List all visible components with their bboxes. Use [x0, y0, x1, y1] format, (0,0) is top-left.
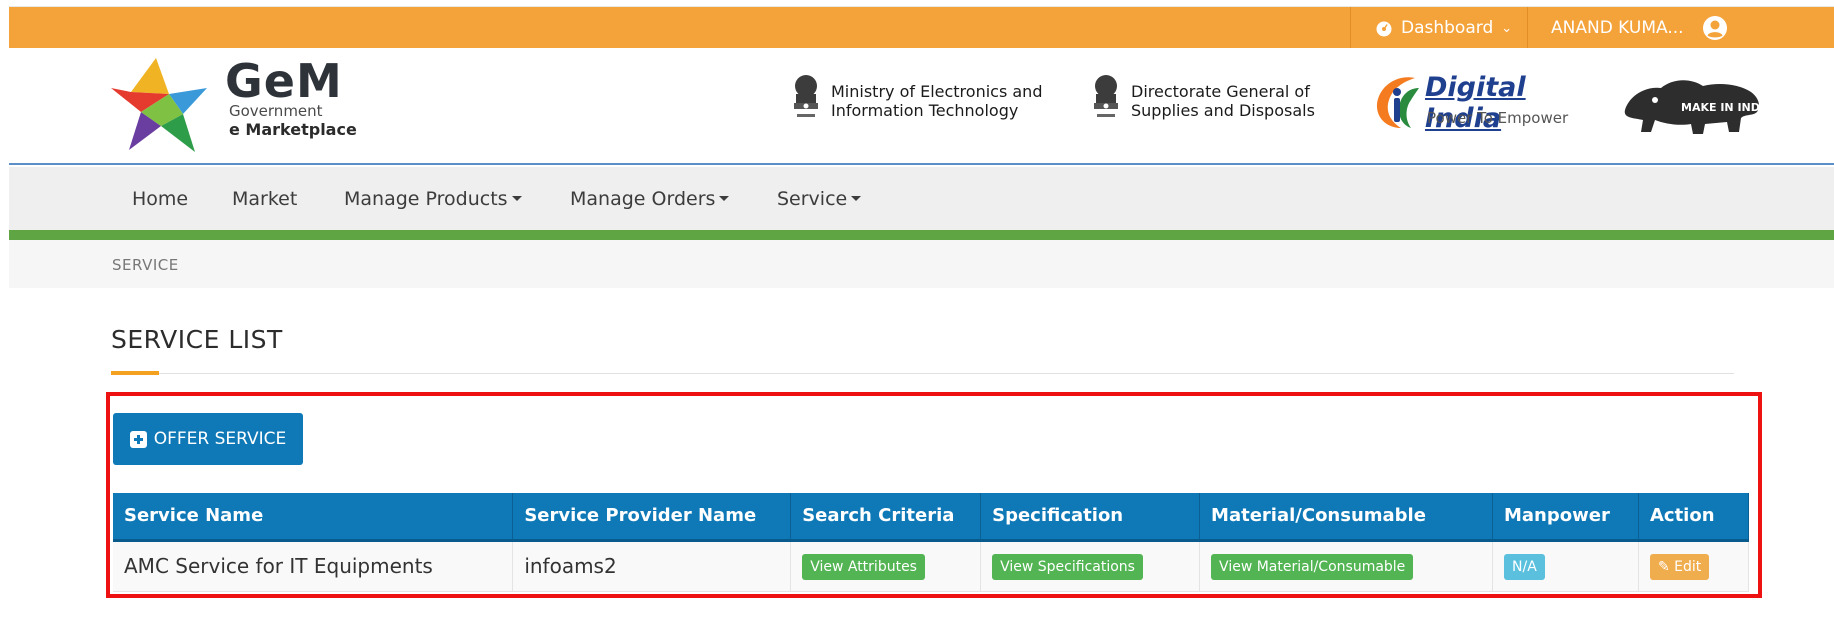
nav-item-service[interactable]: Service — [777, 167, 862, 230]
nav-item-label: Market — [232, 187, 298, 210]
view-material-button[interactable]: View Material/Consumable — [1211, 554, 1414, 580]
lion-icon: MAKE IN INDIA — [1624, 80, 1773, 134]
view-attributes-button[interactable]: View Attributes — [802, 554, 925, 580]
nav-item-market[interactable]: Market — [232, 167, 297, 230]
column-header[interactable]: Action — [1638, 493, 1750, 542]
column-header[interactable]: Manpower — [1492, 493, 1639, 542]
dashboard-label: Dashboard — [1401, 18, 1494, 38]
gem-star-icon — [111, 58, 207, 152]
nav-item-manage-orders[interactable]: Manage Orders — [570, 167, 730, 230]
column-header[interactable]: Service Provider Name — [512, 493, 792, 542]
edit-icon: ✎ — [1657, 559, 1670, 575]
caret-down-icon — [719, 196, 730, 201]
edit-label: Edit — [1674, 559, 1702, 575]
title-underline — [111, 371, 159, 375]
user-menu[interactable]: ANAND KUMA... — [1551, 7, 1728, 49]
meity-partner: Ministry of Electronics and Information … — [789, 72, 1042, 130]
top-bar-divider — [1527, 7, 1528, 49]
digital-india-icon — [1376, 77, 1419, 128]
logo-title: GeM — [225, 54, 343, 108]
digital-india-tagline: Power To Empower — [1427, 109, 1569, 127]
chevron-down-icon: ⌄ — [1501, 20, 1513, 36]
make-in-india-logo: MAKE IN INDIA — [1621, 70, 1773, 140]
site-header: GeM Government e Marketplace Ministry of… — [9, 48, 1834, 165]
provider-cell: infoams2 — [512, 540, 792, 592]
specification-cell: View Specifications — [980, 540, 1201, 592]
user-name: ANAND KUMA... — [1551, 18, 1684, 38]
national-emblem-icon — [794, 75, 818, 117]
action-cell: ✎ Edit — [1638, 540, 1750, 592]
caret-down-icon — [511, 196, 522, 201]
user-avatar-icon — [1702, 16, 1727, 40]
page: Dashboard ⌄ ANAND KUMA... GeM Government… — [0, 0, 1834, 620]
table-row: AMC Service for IT Equipments infoams2 V… — [113, 540, 1750, 592]
breadcrumb: SERVICE — [112, 256, 179, 274]
digital-india-logo: Digital India Power To Empower — [1371, 70, 1581, 134]
nav-item-label: Service — [777, 187, 848, 210]
breadcrumb-bar: SERVICE — [9, 240, 1834, 288]
dashboard-menu[interactable]: Dashboard ⌄ — [1375, 7, 1512, 49]
partner-text: Ministry of Electronics and Information … — [831, 82, 1043, 120]
page-title: SERVICE LIST — [111, 325, 283, 354]
offer-service-button[interactable]: OFFER SERVICE — [113, 413, 303, 465]
service-name-cell: AMC Service for IT Equipments — [113, 540, 514, 592]
gem-logo[interactable]: GeM Government e Marketplace — [111, 48, 361, 165]
manpower-badge: N/A — [1504, 554, 1545, 580]
national-emblem-icon — [1094, 75, 1118, 117]
main-nav: Home Market Manage Products Manage Order… — [9, 167, 1834, 230]
view-specifications-button[interactable]: View Specifications — [992, 554, 1143, 580]
nav-item-label: Manage Orders — [570, 187, 716, 210]
column-header[interactable]: Service Name — [113, 493, 514, 542]
edit-button[interactable]: ✎ Edit — [1649, 554, 1710, 580]
search-criteria-cell: View Attributes — [790, 540, 982, 592]
manpower-cell: N/A — [1492, 540, 1639, 592]
nav-item-manage-products[interactable]: Manage Products — [344, 167, 522, 230]
service-table: Service Name Service Provider Name Searc… — [113, 493, 1750, 592]
plus-square-icon — [129, 430, 147, 448]
title-divider — [111, 373, 1734, 374]
nav-item-home[interactable]: Home — [132, 167, 188, 230]
nav-accent-bar — [9, 230, 1834, 240]
table-header-row: Service Name Service Provider Name Searc… — [113, 493, 1750, 542]
column-header[interactable]: Search Criteria — [790, 493, 982, 542]
offer-service-label: OFFER SERVICE — [153, 429, 287, 449]
nav-item-label: Home — [132, 187, 189, 210]
make-in-india-text: MAKE IN INDIA — [1681, 101, 1763, 114]
dashboard-icon — [1376, 21, 1392, 37]
column-header[interactable]: Specification — [980, 493, 1201, 542]
partner-text: Directorate General of Supplies and Disp… — [1131, 82, 1315, 120]
nav-item-label: Manage Products — [344, 187, 508, 210]
column-header[interactable]: Material/Consumable — [1199, 493, 1493, 542]
logo-line1: Government — [229, 102, 323, 120]
material-cell: View Material/Consumable — [1199, 540, 1493, 592]
top-bar: Dashboard ⌄ ANAND KUMA... — [9, 6, 1834, 49]
logo-line2: e Marketplace — [229, 120, 357, 139]
caret-down-icon — [851, 196, 862, 201]
top-bar-divider — [1350, 7, 1351, 49]
dgsd-partner: Directorate General of Supplies and Disp… — [1089, 72, 1315, 130]
